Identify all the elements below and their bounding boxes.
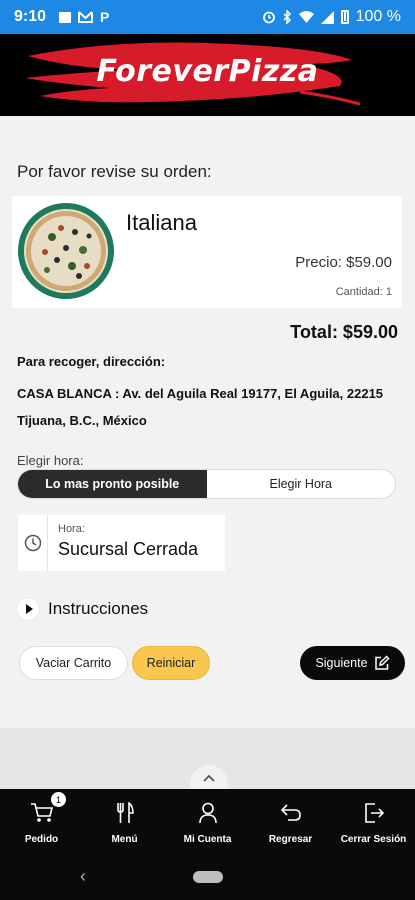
order-total: Total: $59.00 bbox=[290, 322, 398, 342]
bottom-nav: 1 Pedido Menú Mi Cuenta Regresar Cerrar … bbox=[0, 789, 415, 853]
nav-label: Mi Cuenta bbox=[183, 834, 232, 845]
system-nav-bar: ‹ bbox=[0, 853, 415, 900]
pickup-label: Para recoger, dirección: bbox=[17, 354, 166, 369]
status-time: 9:10 bbox=[14, 8, 47, 25]
alarm-icon bbox=[262, 10, 276, 24]
reset-button[interactable]: Reiniciar bbox=[132, 646, 210, 680]
status-left: 9:10 P bbox=[14, 8, 109, 26]
time-field[interactable]: Hora: Sucursal Cerrada bbox=[18, 515, 225, 571]
choose-time-option[interactable]: Elegir Hora bbox=[206, 470, 395, 498]
battery-level: 100 % bbox=[355, 8, 401, 25]
logout-icon bbox=[363, 801, 385, 825]
battery-icon bbox=[340, 10, 349, 24]
parking-notification-icon: P bbox=[100, 9, 110, 25]
order-heading: Por favor revise su orden: bbox=[17, 162, 212, 181]
nav-label: Cerrar Sesión bbox=[340, 834, 407, 845]
expand-arrow-icon bbox=[17, 598, 39, 620]
utensils-icon bbox=[115, 801, 135, 825]
cart-icon bbox=[30, 801, 54, 825]
status-right: 100 % bbox=[262, 8, 401, 26]
product-name: Italiana bbox=[126, 210, 197, 235]
order-review-content: Por favor revise su orden: Italiana Prec… bbox=[0, 116, 415, 728]
next-button[interactable]: Siguiente bbox=[300, 646, 405, 680]
clock-icon bbox=[18, 515, 48, 571]
product-quantity: Cantidad: 1 bbox=[335, 286, 392, 298]
nav-item-back[interactable]: Regresar bbox=[249, 789, 332, 853]
asap-option[interactable]: Lo mas pronto posible bbox=[18, 470, 207, 498]
time-field-value: Sucursal Cerrada bbox=[58, 539, 199, 559]
edit-icon bbox=[374, 655, 390, 670]
mail-notification-icon bbox=[78, 11, 94, 23]
nav-item-account[interactable]: Mi Cuenta bbox=[166, 789, 249, 853]
system-back-icon[interactable]: ‹ bbox=[80, 866, 86, 887]
return-arrow-icon bbox=[280, 801, 302, 825]
system-home-pill[interactable] bbox=[193, 871, 223, 883]
nav-label: Menú bbox=[111, 834, 138, 845]
order-item-card: Italiana Precio: $59.00 Cantidad: 1 bbox=[12, 196, 402, 308]
time-field-label: Hora: bbox=[58, 523, 85, 535]
time-mode-toggle: Lo mas pronto posible Elegir Hora bbox=[17, 469, 396, 499]
nav-label: Regresar bbox=[268, 834, 313, 845]
nav-item-pedido[interactable]: 1 Pedido bbox=[0, 789, 83, 853]
brand-header: ForeverPizza bbox=[0, 34, 415, 116]
brand-logo: ForeverPizza bbox=[96, 54, 319, 89]
bluetooth-icon bbox=[283, 10, 292, 24]
nav-label: Pedido bbox=[24, 834, 59, 845]
cart-count-badge: 1 bbox=[51, 792, 66, 807]
nav-item-menu[interactable]: Menú bbox=[83, 789, 166, 853]
user-icon bbox=[198, 801, 218, 825]
nav-item-logout[interactable]: Cerrar Sesión bbox=[332, 789, 415, 853]
product-price: Precio: $59.00 bbox=[295, 254, 392, 271]
pickup-address: CASA BLANCA : Av. del Aguila Real 19177,… bbox=[17, 386, 384, 428]
image-notification-icon bbox=[59, 11, 72, 23]
next-button-label: Siguiente bbox=[315, 656, 368, 670]
pizza-image bbox=[18, 203, 114, 299]
wifi-icon bbox=[298, 11, 314, 23]
instructions-toggle[interactable]: Instrucciones bbox=[17, 598, 148, 620]
status-bar: 9:10 P 100 % bbox=[0, 0, 415, 34]
chevron-up-icon bbox=[203, 774, 215, 782]
choose-time-label: Elegir hora: bbox=[17, 453, 84, 468]
signal-icon bbox=[320, 10, 334, 24]
instructions-label: Instrucciones bbox=[48, 599, 149, 618]
clear-cart-button[interactable]: Vaciar Carrito bbox=[19, 646, 128, 680]
